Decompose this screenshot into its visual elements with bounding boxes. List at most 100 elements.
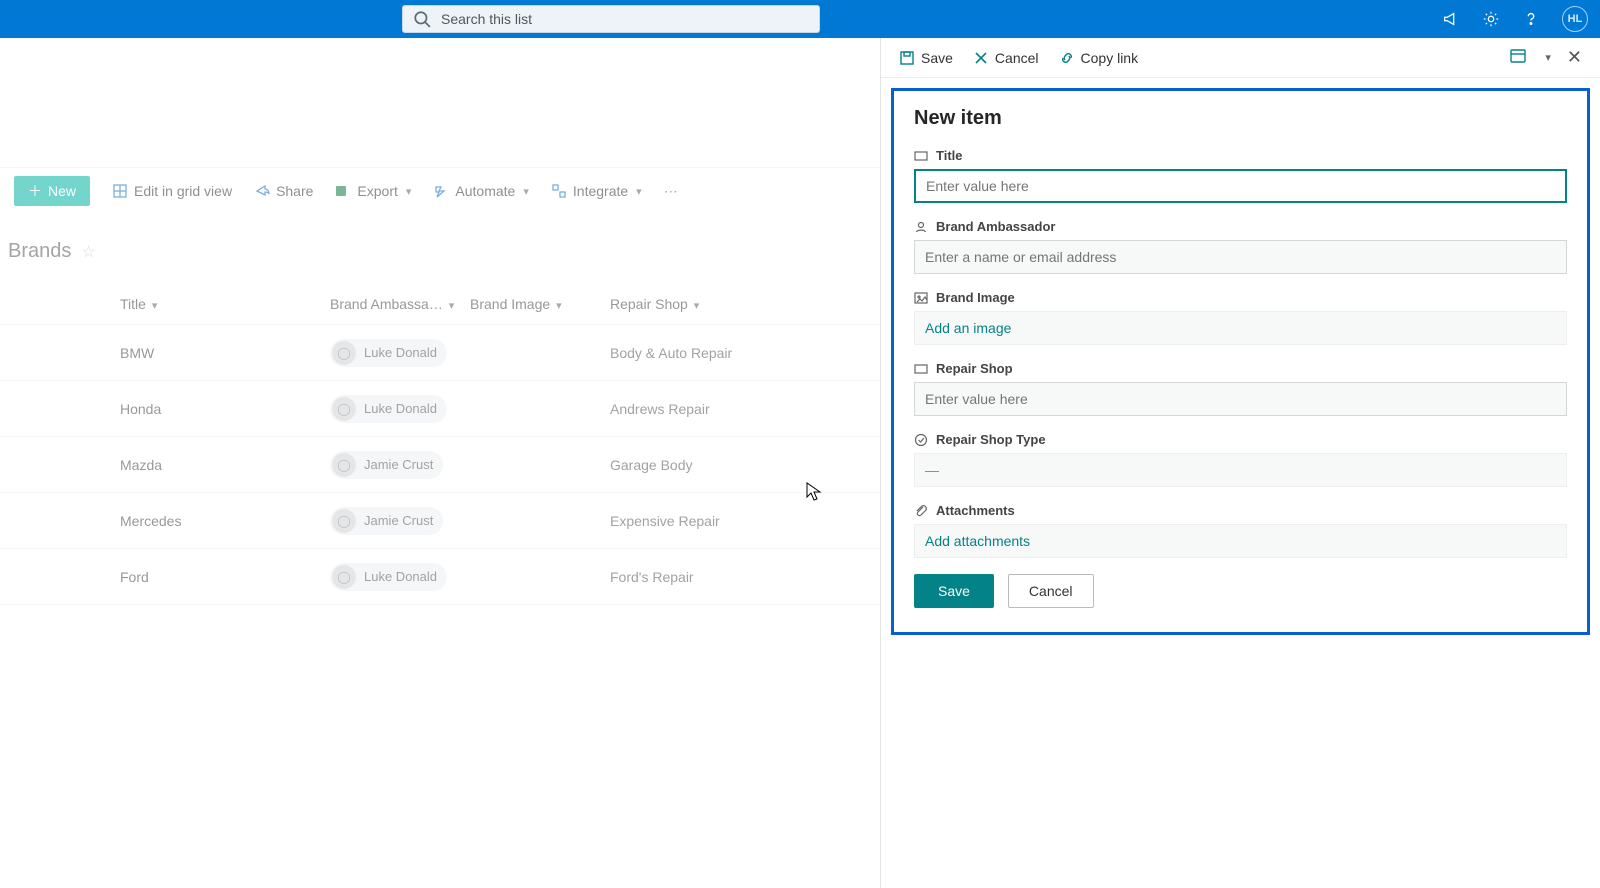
integrate-icon bbox=[551, 183, 567, 199]
favorite-star-icon[interactable]: ☆ bbox=[81, 242, 95, 262]
person-chip[interactable]: ◯ Luke Donald bbox=[330, 563, 447, 591]
share-button[interactable]: Share bbox=[254, 183, 313, 199]
suite-right: HL bbox=[1442, 6, 1588, 32]
row-repair: Andrews Repair bbox=[610, 401, 810, 417]
export-button[interactable]: Export ▾ bbox=[335, 183, 411, 199]
table-row[interactable]: Mazda ◯ Jamie Crust Garage Body bbox=[0, 437, 880, 493]
list-grid: Title ▾ Brand Ambassa… ▾ Brand Image ▾ R… bbox=[0, 283, 880, 605]
main-area: ＋ New Edit in grid view Share Export ▾ A… bbox=[0, 38, 1600, 888]
save-icon bbox=[899, 50, 915, 66]
row-title: Mercedes bbox=[60, 513, 330, 529]
panel-cancel-button[interactable]: Cancel bbox=[973, 50, 1039, 66]
repairtype-select[interactable]: — bbox=[914, 453, 1567, 487]
repair-label: Repair Shop bbox=[936, 361, 1013, 376]
panel-command-bar: Save Cancel Copy link ▾ ✕ bbox=[881, 38, 1600, 78]
panel-copylink-button[interactable]: Copy link bbox=[1059, 50, 1139, 66]
excel-icon bbox=[335, 183, 351, 199]
image-icon bbox=[914, 291, 928, 305]
overflow-button[interactable]: ⋯ bbox=[664, 183, 678, 200]
chevron-down-icon: ▾ bbox=[406, 185, 412, 198]
chevron-down-icon: ▾ bbox=[556, 300, 562, 312]
panel-save-button[interactable]: Save bbox=[899, 50, 953, 66]
edit-in-grid-view-button[interactable]: Edit in grid view bbox=[112, 183, 232, 199]
field-title: Title bbox=[914, 148, 1567, 203]
row-title: Mazda bbox=[60, 457, 330, 473]
list-title: Brands bbox=[8, 240, 71, 263]
automate-button[interactable]: Automate ▾ bbox=[433, 183, 528, 199]
list-command-bar: ＋ New Edit in grid view Share Export ▾ A… bbox=[0, 168, 880, 214]
list-pane: ＋ New Edit in grid view Share Export ▾ A… bbox=[0, 38, 880, 888]
avatar[interactable]: HL bbox=[1562, 6, 1588, 32]
text-field-icon bbox=[914, 362, 928, 376]
table-row[interactable]: Mercedes ◯ Jamie Crust Expensive Repair bbox=[0, 493, 880, 549]
chevron-down-icon[interactable]: ▾ bbox=[1545, 51, 1551, 64]
panel-right-controls: ▾ ✕ bbox=[1509, 47, 1582, 68]
avatar-icon: ◯ bbox=[332, 565, 356, 589]
add-attachments-action[interactable]: Add attachments bbox=[914, 524, 1567, 558]
close-icon bbox=[973, 50, 989, 66]
form-mode-icon[interactable] bbox=[1509, 47, 1527, 68]
save-button[interactable]: Save bbox=[914, 574, 994, 608]
chevron-down-icon: ▾ bbox=[636, 185, 642, 198]
ambassador-label: Brand Ambassador bbox=[936, 219, 1055, 234]
avatar-icon: ◯ bbox=[332, 341, 356, 365]
person-chip[interactable]: ◯ Jamie Crust bbox=[330, 507, 443, 535]
col-title[interactable]: Title ▾ bbox=[60, 296, 330, 312]
row-person: ◯ Jamie Crust bbox=[330, 507, 470, 535]
row-person: ◯ Luke Donald bbox=[330, 339, 470, 367]
person-chip[interactable]: ◯ Jamie Crust bbox=[330, 451, 443, 479]
person-icon bbox=[914, 220, 928, 234]
megaphone-icon[interactable] bbox=[1442, 10, 1460, 28]
row-repair: Body & Auto Repair bbox=[610, 345, 810, 361]
col-repair-shop[interactable]: Repair Shop ▾ bbox=[610, 296, 810, 312]
integrate-button[interactable]: Integrate ▾ bbox=[551, 183, 642, 199]
close-panel-icon[interactable]: ✕ bbox=[1567, 47, 1582, 68]
repairtype-label: Repair Shop Type bbox=[936, 432, 1046, 447]
field-brand-ambassador: Brand Ambassador bbox=[914, 219, 1567, 274]
table-row[interactable]: BMW ◯ Luke Donald Body & Auto Repair bbox=[0, 325, 880, 381]
new-button[interactable]: ＋ New bbox=[14, 176, 90, 206]
share-icon bbox=[254, 183, 270, 199]
panel-save-label: Save bbox=[921, 50, 953, 66]
field-repair-shop-type: Repair Shop Type — bbox=[914, 432, 1567, 487]
avatar-icon: ◯ bbox=[332, 509, 356, 533]
repair-input[interactable] bbox=[914, 382, 1567, 416]
search-input-wrapper[interactable]: Search this list bbox=[402, 5, 820, 33]
flow-icon bbox=[433, 183, 449, 199]
add-image-action[interactable]: Add an image bbox=[914, 311, 1567, 345]
image-label: Brand Image bbox=[936, 290, 1015, 305]
row-person: ◯ Jamie Crust bbox=[330, 451, 470, 479]
panel-body-wrap: New item Title Brand Ambassador Brand Im… bbox=[881, 78, 1600, 645]
avatar-icon: ◯ bbox=[332, 397, 356, 421]
col-brand-ambassador[interactable]: Brand Ambassa… ▾ bbox=[330, 296, 470, 312]
field-brand-image: Brand Image Add an image bbox=[914, 290, 1567, 345]
edit-grid-label: Edit in grid view bbox=[134, 183, 232, 199]
suite-bar: Search this list HL bbox=[0, 0, 1600, 38]
field-repair-shop: Repair Shop bbox=[914, 361, 1567, 416]
ambassador-input[interactable] bbox=[914, 240, 1567, 274]
grid-icon bbox=[112, 183, 128, 199]
panel-copylink-label: Copy link bbox=[1081, 50, 1139, 66]
panel-body: New item Title Brand Ambassador Brand Im… bbox=[891, 88, 1590, 635]
gear-icon[interactable] bbox=[1482, 10, 1500, 28]
panel-button-row: Save Cancel bbox=[914, 574, 1567, 608]
row-person: ◯ Luke Donald bbox=[330, 563, 470, 591]
chevron-down-icon: ▾ bbox=[152, 300, 158, 312]
table-row[interactable]: Ford ◯ Luke Donald Ford's Repair bbox=[0, 549, 880, 605]
title-input[interactable] bbox=[914, 169, 1567, 203]
help-icon[interactable] bbox=[1522, 10, 1540, 28]
attachment-icon bbox=[914, 504, 928, 518]
plus-icon: ＋ bbox=[28, 181, 42, 201]
row-person: ◯ Luke Donald bbox=[330, 395, 470, 423]
export-label: Export bbox=[357, 183, 397, 199]
col-brand-image[interactable]: Brand Image ▾ bbox=[470, 296, 610, 312]
person-chip[interactable]: ◯ Luke Donald bbox=[330, 395, 447, 423]
row-title: Honda bbox=[60, 401, 330, 417]
row-repair: Garage Body bbox=[610, 457, 810, 473]
cancel-button[interactable]: Cancel bbox=[1008, 574, 1094, 608]
panel-heading: New item bbox=[914, 107, 1567, 130]
share-label: Share bbox=[276, 183, 313, 199]
side-panel: Save Cancel Copy link ▾ ✕ New item Title bbox=[880, 38, 1600, 888]
table-row[interactable]: Honda ◯ Luke Donald Andrews Repair bbox=[0, 381, 880, 437]
person-chip[interactable]: ◯ Luke Donald bbox=[330, 339, 447, 367]
